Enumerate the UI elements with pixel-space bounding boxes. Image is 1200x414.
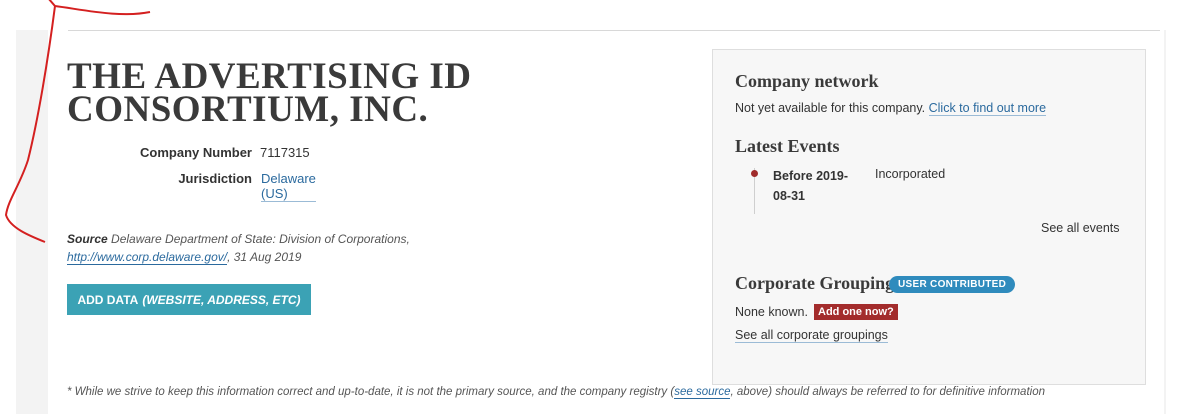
company-name-heading: THE ADVERTISING ID CONSORTIUM, INC. (67, 56, 472, 130)
source-info: Source Delaware Department of State: Div… (67, 230, 427, 266)
user-contributed-badge: USER CONTRIBUTED (889, 276, 1016, 293)
disclaimer-text: * While we strive to keep this informati… (67, 386, 1127, 399)
jurisdiction-link[interactable]: Delaware (US) (261, 171, 316, 202)
jurisdiction-label: Jurisdiction (178, 171, 252, 186)
event-date-line-2: 08-31 (773, 189, 805, 203)
source-text: Delaware Department of State: Division o… (111, 232, 410, 246)
event-date-line-1: Before 2019- (773, 169, 849, 183)
disclaimer-before: * While we strive to keep this informati… (67, 386, 675, 398)
timeline-dot-icon (751, 170, 758, 177)
company-number-label: Company Number (140, 145, 252, 160)
add-data-label: ADD DATA (77, 292, 139, 307)
source-date: , 31 Aug 2019 (227, 250, 302, 264)
disclaimer-after: , above) should always be referred to fo… (730, 386, 1045, 398)
event-date: Before 2019- 08-31 (773, 166, 848, 206)
event-description: Incorporated (875, 167, 946, 181)
see-all-events-link[interactable]: See all events (1041, 221, 1120, 235)
latest-events-heading: Latest Events (735, 136, 840, 156)
corporate-grouping-heading: Corporate Grouping (735, 273, 895, 293)
company-network-heading: Company network (735, 71, 879, 91)
see-source-link[interactable]: see source (674, 386, 731, 399)
network-text: Not yet available for this company. Clic… (735, 101, 1047, 116)
divider (68, 30, 1160, 31)
add-data-suffix: (WEBSITE, ADDRESS, ETC) (142, 292, 301, 307)
source-link[interactable]: http://www.corp.delaware.gov/ (67, 250, 228, 265)
see-all-groupings-link[interactable]: See all corporate groupings (735, 328, 888, 343)
company-number-value: 7117315 (260, 145, 310, 160)
add-one-now-button[interactable]: Add one now? (814, 304, 898, 320)
network-status: Not yet available for this company. (735, 101, 926, 115)
grouping-none-text: None known. (735, 305, 808, 319)
page-margin (1166, 30, 1200, 414)
add-data-button[interactable]: ADD DATA (WEBSITE, ADDRESS, ETC) (67, 284, 311, 315)
source-label: Source (67, 232, 108, 246)
find-out-more-link[interactable]: Click to find out more (928, 101, 1047, 116)
